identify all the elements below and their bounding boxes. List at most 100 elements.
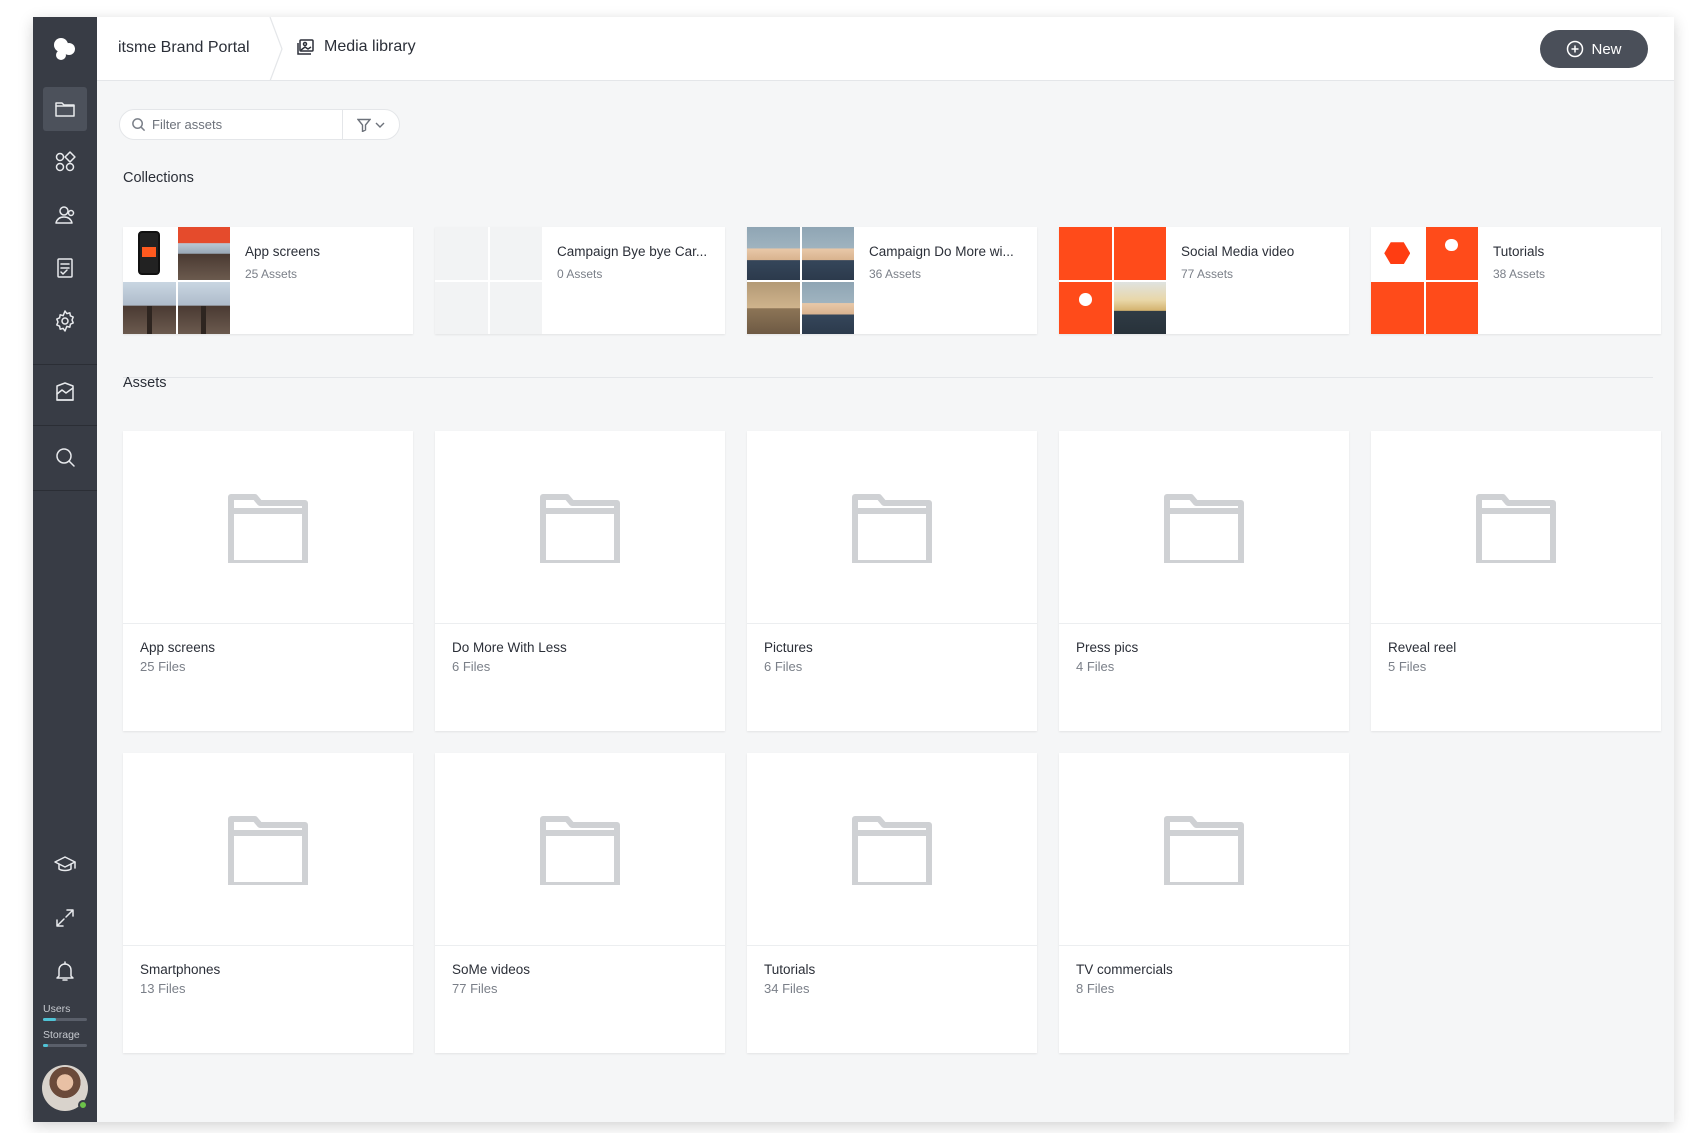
sidebar-item-media-library[interactable] [43, 87, 87, 131]
assets-heading: Assets [123, 375, 167, 391]
folder-name: Smartphones [140, 962, 221, 977]
folder-icon [228, 816, 308, 885]
checklist-icon [57, 258, 73, 278]
new-button-label: New [1591, 40, 1622, 58]
chevron-down-icon [375, 122, 385, 128]
asset-folder-card[interactable]: Smartphones 13 Files [123, 753, 413, 1053]
thumbnail-placeholder [489, 227, 542, 280]
thumbnail-image [1059, 281, 1112, 334]
thumbnail-image [1059, 227, 1112, 280]
folder-icon [1164, 494, 1244, 563]
thumbnail-image [123, 227, 176, 280]
folder-preview [435, 431, 725, 624]
app-window: Users Storage itsme Brand Portal Media l… [33, 17, 1674, 1122]
collection-thumbnails [435, 227, 542, 334]
collection-card[interactable]: Campaign Bye bye Car... 0 Assets [435, 227, 725, 334]
sidebar-item-fullscreen[interactable] [43, 896, 87, 940]
app-logo[interactable] [33, 17, 97, 81]
folder-name: TV commercials [1076, 962, 1173, 977]
folder-count: 6 Files [764, 659, 803, 674]
section-divider [123, 377, 1653, 378]
folder-icon [540, 494, 620, 563]
collection-card[interactable]: App screens 25 Assets [123, 227, 413, 334]
thumbnail-image [1113, 227, 1166, 280]
thumbnail-image [177, 227, 230, 280]
folder-name: SoMe videos [452, 962, 531, 977]
folder-name: Tutorials [764, 962, 816, 977]
collection-count: 77 Assets [1181, 267, 1234, 281]
thumbnail-placeholder [435, 227, 488, 280]
folder-preview [747, 753, 1037, 946]
folder-icon [228, 494, 308, 563]
asset-folder-card[interactable]: SoMe videos 77 Files [435, 753, 725, 1053]
folder-preview [435, 753, 725, 946]
users-meter [43, 1018, 87, 1021]
storage-meter-label: Storage [43, 1029, 80, 1041]
online-status-dot [78, 1100, 88, 1110]
collection-name: App screens [245, 244, 321, 259]
storage-meter [43, 1044, 87, 1047]
sidebar-item-search[interactable] [43, 435, 87, 479]
folder-preview [123, 753, 413, 946]
search-icon [132, 118, 146, 132]
folder-icon [1164, 816, 1244, 885]
storage-meter-fill [43, 1044, 49, 1047]
breadcrumb-media-library[interactable]: Media library [296, 37, 416, 57]
asset-folder-card[interactable]: Pictures 6 Files [747, 431, 1037, 731]
thumbnail-image [747, 281, 800, 334]
search-icon [56, 448, 75, 467]
collection-card[interactable]: Tutorials 38 Assets [1371, 227, 1661, 334]
sidebar-item-users[interactable] [43, 193, 87, 237]
asset-folder-card[interactable]: TV commercials 8 Files [1059, 753, 1349, 1053]
sidebar-item-apps[interactable] [43, 140, 87, 184]
collection-card[interactable]: Social Media video 77 Assets [1059, 227, 1349, 334]
asset-folder-card[interactable]: Reveal reel 5 Files [1371, 431, 1661, 731]
sidebar-divider [33, 425, 97, 426]
filter-assets-input[interactable] [152, 117, 332, 132]
breadcrumb-separator-icon [269, 17, 283, 81]
sidebar-item-brand-guide[interactable] [43, 370, 87, 414]
brand-guide-icon [56, 382, 74, 401]
folder-count: 77 Files [452, 981, 498, 996]
folder-count: 8 Files [1076, 981, 1115, 996]
folder-preview [1059, 753, 1349, 946]
thumbnail-image [1425, 227, 1478, 280]
asset-folder-card[interactable]: Press pics 4 Files [1059, 431, 1349, 731]
sidebar-item-tasks[interactable] [43, 246, 87, 290]
asset-folder-card[interactable]: Do More With Less 6 Files [435, 431, 725, 731]
thumbnail-image [1113, 281, 1166, 334]
folder-count: 34 Files [764, 981, 810, 996]
sidebar-item-notifications[interactable] [43, 949, 87, 993]
folder-icon [852, 494, 932, 563]
collection-thumbnails [123, 227, 230, 334]
collection-thumbnails [747, 227, 854, 334]
filter-options-button[interactable] [343, 110, 399, 139]
folder-count: 5 Files [1388, 659, 1427, 674]
logo-icon [54, 38, 75, 60]
funnel-icon [357, 118, 372, 132]
thumbnail-image [123, 281, 176, 334]
folder-count: 25 Files [140, 659, 186, 674]
thumbnail-placeholder [489, 281, 542, 334]
collection-name: Tutorials [1493, 244, 1545, 259]
asset-folder-card[interactable]: Tutorials 34 Files [747, 753, 1037, 1053]
sidebar-item-settings[interactable] [43, 299, 87, 343]
filter-search [120, 110, 344, 139]
folder-icon [1476, 494, 1556, 563]
new-button[interactable]: New [1540, 30, 1648, 68]
thumbnail-image [177, 281, 230, 334]
sidebar-divider [33, 490, 97, 491]
gear-icon [56, 310, 74, 332]
thumbnail-image [1371, 227, 1424, 280]
expand-icon [56, 909, 74, 927]
folder-count: 4 Files [1076, 659, 1115, 674]
collection-count: 36 Assets [869, 267, 922, 281]
collection-card[interactable]: Campaign Do More wi... 36 Assets [747, 227, 1037, 334]
sidebar-item-academy[interactable] [43, 843, 87, 887]
folder-count: 6 Files [452, 659, 491, 674]
folder-preview [123, 431, 413, 624]
folder-name: Do More With Less [452, 640, 567, 655]
breadcrumb-portal[interactable]: itsme Brand Portal [118, 39, 250, 57]
folder-name: Reveal reel [1388, 640, 1457, 655]
asset-folder-card[interactable]: App screens 25 Files [123, 431, 413, 731]
